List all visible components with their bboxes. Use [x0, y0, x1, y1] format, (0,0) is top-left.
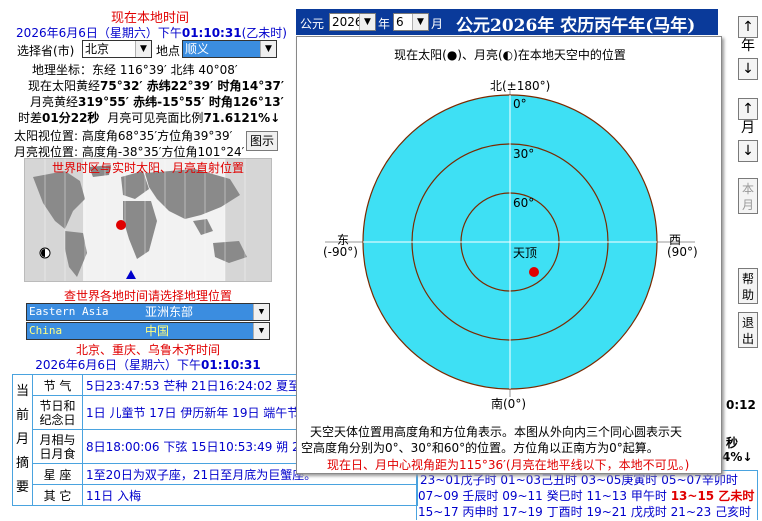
chevron-down-icon: ▼	[253, 323, 269, 339]
sun-position-line: 现在太阳黄经75°32′ 赤纬22°39′ 时角14°37′	[28, 77, 284, 94]
north-label: 北(±180°)	[490, 79, 551, 93]
place-select[interactable]: 顺义 ▼	[182, 40, 277, 58]
zone-datetime-prefix: 2026年6月6日（星期六）下午	[35, 358, 202, 372]
era-label: 公元	[300, 17, 325, 31]
province-label: 选择省(市)	[17, 44, 75, 58]
region-zh: 亚洲东部	[145, 305, 194, 319]
zenith-label: 天顶	[513, 246, 538, 260]
help-button[interactable]: 帮助	[738, 268, 758, 304]
sun-line-prefix: 现在太阳黄经	[28, 79, 101, 93]
local-datetime: 2026年6月6日（星期六）下午01:10:31(乙未时)	[14, 24, 289, 41]
east-degree: (-90°)	[323, 245, 358, 259]
moon-line-prefix: 月亮黄经	[30, 95, 79, 109]
arrow-down-icon: ↓	[742, 61, 754, 77]
hours-row-3: 15~17 丙申时 17~19 丁酉时 19~21 戊戌时 21~23 己亥时	[418, 505, 752, 519]
sun-marker-icon	[126, 270, 136, 279]
year-value: 2026	[332, 15, 363, 29]
right-snippet-pct: 4%↓	[722, 450, 753, 464]
app-root: 现在本地时间 2026年6月6日（星期六）下午01:10:31(乙未时) 选择省…	[0, 0, 762, 521]
this-month-button[interactable]: 本月	[738, 178, 758, 214]
popup-desc-2: 空高度角分别为0°、30°和60°的位置。方位角以正南方为0°起算。	[301, 441, 659, 455]
figure-button[interactable]: 图示	[246, 131, 278, 151]
query-world-time-link[interactable]: 查世界各地时间请选择地理位置	[24, 287, 272, 304]
country-en: China	[29, 324, 63, 337]
arrow-up-icon: ↑	[742, 101, 754, 117]
month-label-side: 月	[741, 120, 755, 136]
chevron-down-icon: ▼	[135, 41, 151, 57]
moon-bright-label: 月亮可见亮面比例	[107, 111, 204, 125]
row-label-other: 其 它	[32, 484, 84, 506]
west-degree: (90°)	[667, 245, 698, 259]
world-timezone-map[interactable]	[24, 158, 272, 282]
local-datetime-suffix: (乙未时)	[241, 26, 287, 40]
summary-side-label: 当前月摘要	[11, 374, 34, 506]
place-label: 地点	[156, 44, 181, 58]
sun-dot	[529, 267, 539, 277]
place-value: 顺义	[185, 42, 210, 56]
diff-value: 01分22秒	[42, 111, 100, 125]
month-label: 月	[431, 17, 444, 31]
year-label-side: 年	[741, 38, 755, 54]
local-datetime-time: 01:10:31	[181, 26, 242, 40]
time-diff-line: 时差01分22秒 月亮可见亮面比例71.6121%↓	[18, 109, 280, 126]
alt-60-label: 60°	[513, 196, 535, 210]
row-label-solar-terms: 节 气	[32, 374, 84, 396]
zone-datetime-time: 01:10:31	[201, 358, 261, 372]
alt-0-label: 0°	[513, 97, 527, 111]
right-snippet-time: 0:12	[726, 398, 756, 412]
arrow-up-icon: ↑	[742, 19, 754, 35]
moon-bright-value: 71.6121%↓	[203, 111, 281, 125]
chevron-down-icon: ▼	[412, 14, 428, 30]
year-up-button[interactable]: ↑	[738, 16, 758, 38]
arrow-down-icon: ↓	[742, 143, 754, 159]
year-label: 年	[378, 17, 391, 31]
month-up-button[interactable]: ↑	[738, 98, 758, 120]
row-value-other: 11日 入梅	[82, 484, 418, 506]
month-value: 6	[396, 15, 404, 29]
sky-position-popup: 现在太阳(●)、月亮(◐)在本地天空中的位置 北(±180°) 0° 30° 6…	[296, 36, 722, 474]
hours-row-2-current: 13~15 乙未时	[670, 489, 755, 503]
popup-desc-1: 天空天体位置用高度角和方位角表示。本图从外向内三个同心圆表示天	[310, 425, 683, 439]
chevron-down-icon: ▼	[359, 14, 375, 30]
moon-position-line: 月亮黄经319°55′ 赤纬-15°55′ 时角126°13′	[30, 93, 284, 110]
chevron-down-icon: ▼	[253, 304, 269, 320]
zone-datetime: 2026年6月6日（星期六）下午01:10:31	[24, 356, 272, 373]
country-select[interactable]: China 中国 ▼	[26, 322, 270, 340]
moon-line-values: 319°55′ 赤纬-15°55′ 时角126°13′	[78, 95, 284, 109]
region-en: Eastern Asia	[29, 305, 109, 318]
row-label-constellation: 星 座	[32, 463, 84, 485]
month-down-button[interactable]: ↓	[738, 140, 758, 162]
diff-label: 时差	[18, 111, 43, 125]
exit-button[interactable]: 退出	[738, 312, 758, 348]
hours-row-2-a: 07~09 壬辰时 09~11 癸巳时 11~13 甲午时	[418, 489, 667, 503]
chevron-down-icon: ▼	[260, 41, 276, 57]
sun-line-values: 75°32′ 赤纬22°39′ 时角14°37′	[100, 79, 285, 93]
south-label: 南(0°)	[491, 397, 526, 411]
year-select[interactable]: 2026 ▼	[329, 13, 376, 31]
month-select[interactable]: 6 ▼	[393, 13, 429, 31]
row-label-festivals: 节日和纪念日	[32, 395, 84, 430]
geo-coordinates: 地理坐标：东经 116°39′ 北纬 40°08′	[32, 63, 238, 77]
province-select[interactable]: 北京 ▼	[82, 40, 152, 58]
province-value: 北京	[85, 42, 110, 56]
world-map-graphic	[25, 159, 271, 281]
sun-view-position: 太阳视位置: 高度角68°35′方位角39°39′	[14, 129, 233, 143]
row-label-moon-phase: 月相与日月食	[32, 429, 84, 464]
popup-note: 现在日、月中心视角距为115°36′(月亮在地平线以下，本地不可见。)	[327, 458, 690, 472]
right-snippet-sec: 秒	[726, 436, 739, 450]
local-datetime-prefix: 2026年6月6日（星期六）下午	[16, 26, 182, 40]
hours-row-2: 07~09 壬辰时 09~11 癸巳时 11~13 甲午时 13~15 乙未时	[418, 487, 754, 504]
map-title: 世界时区与实时太阳、月亮直射位置	[51, 161, 244, 175]
country-zh: 中国	[145, 324, 170, 338]
year-down-button[interactable]: ↓	[738, 58, 758, 80]
alt-30-label: 30°	[513, 147, 535, 161]
region-select[interactable]: Eastern Asia 亚洲东部 ▼	[26, 303, 270, 321]
header-title: 公元2026年 农历丙午年(马年)	[456, 16, 696, 36]
